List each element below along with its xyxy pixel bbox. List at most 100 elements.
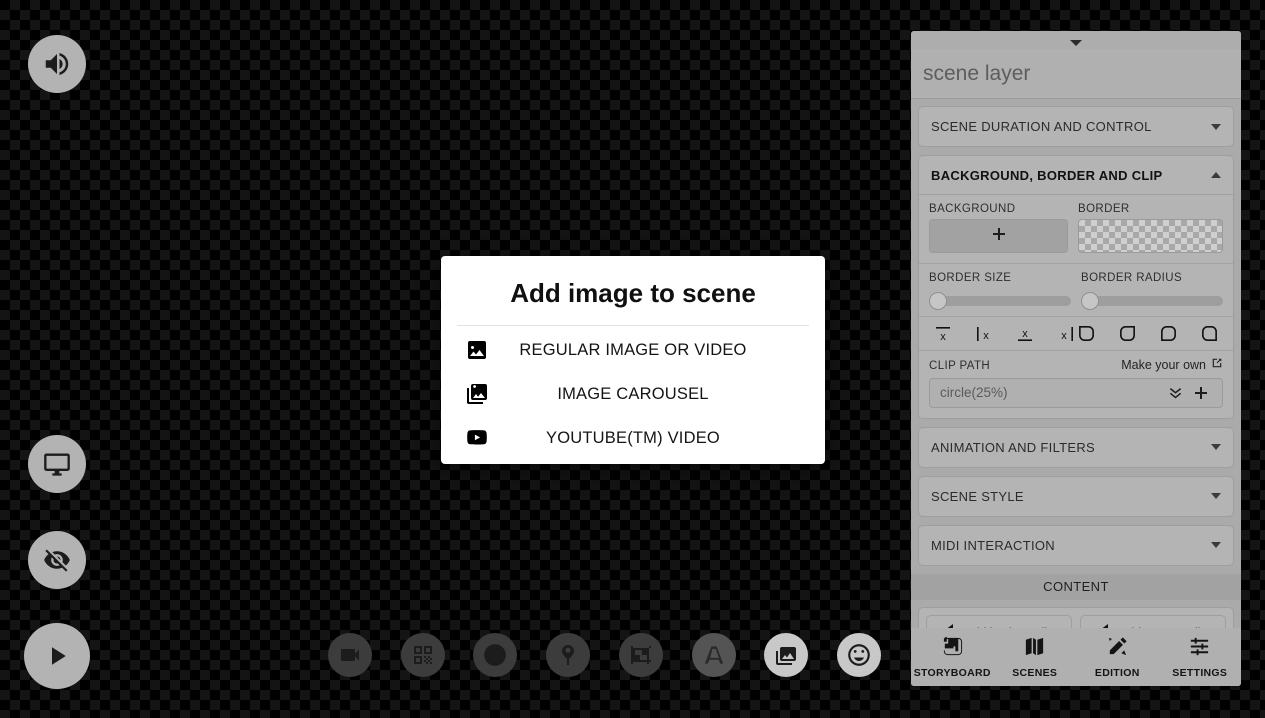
section-background-border-clip: BACKGROUND, BORDER AND CLIP BACKGROUND B…: [918, 155, 1234, 419]
border-radius-slider-wrap: [1081, 288, 1223, 310]
section-label: SCENE STYLE: [931, 488, 1024, 504]
text-icon: [701, 642, 727, 668]
chevron-down-icon: [1211, 123, 1221, 130]
expand-presets-icon[interactable]: [1163, 385, 1188, 400]
section-scene-style-header[interactable]: SCENE STYLE: [919, 477, 1233, 516]
pencil-ruler-icon: [1106, 635, 1129, 663]
toolbar-shapes-button[interactable]: [619, 633, 663, 677]
section-label: MIDI INTERACTION: [931, 537, 1055, 553]
chevron-down-icon: [1211, 542, 1221, 548]
border-size-radius-row: BORDER SIZE BORDER RADIUS: [919, 264, 1233, 317]
map-icon: [1023, 635, 1046, 663]
more-options-icon[interactable]: [1219, 70, 1227, 78]
option-youtube-video[interactable]: YOUTUBE(TM) VIDEO: [441, 418, 825, 458]
corner-radius-bottom-left-icon[interactable]: [1158, 324, 1178, 344]
clock-icon: [482, 642, 508, 668]
nav-label: EDITION: [1094, 667, 1140, 679]
chevron-down-icon: [1069, 34, 1083, 52]
panel-bottom-nav: STORYBOARD SCENES EDITION SETTINGS: [911, 628, 1241, 686]
video-camera-icon: [338, 643, 362, 667]
chevron-up-icon: [1211, 172, 1221, 178]
clip-path-label: CLIP PATH: [929, 359, 991, 372]
scene-layer-panel: scene layer SCENE DURATION AND CONTROL B…: [911, 31, 1241, 686]
border-color-swatch[interactable]: [1078, 219, 1223, 253]
play-icon: [42, 641, 72, 671]
section-scene-duration-header[interactable]: SCENE DURATION AND CONTROL: [919, 107, 1233, 146]
section-background-border-clip-header[interactable]: BACKGROUND, BORDER AND CLIP: [919, 156, 1233, 195]
visibility-toggle-button[interactable]: [28, 531, 86, 589]
dialog-divider: [457, 325, 809, 326]
toolbar-marker-button[interactable]: [546, 633, 590, 677]
audio-toggle-button[interactable]: [28, 35, 86, 93]
corner-radius-icon-group: [1076, 324, 1219, 344]
clip-path-input[interactable]: circle(25%): [940, 385, 1163, 400]
clip-path-input-wrapper[interactable]: circle(25%): [929, 377, 1223, 408]
panel-title: scene layer: [923, 61, 1031, 85]
scroll-icon: [941, 635, 964, 663]
svg-text:x: x: [1022, 328, 1028, 340]
add-clip-path-icon[interactable]: [1188, 385, 1214, 401]
nav-item-settings[interactable]: SETTINGS: [1159, 635, 1242, 679]
option-label: REGULAR IMAGE OR VIDEO: [519, 340, 747, 359]
youtube-icon: [441, 426, 497, 450]
corner-radius-bottom-right-icon[interactable]: [1199, 324, 1219, 344]
border-size-field: BORDER SIZE: [929, 272, 1071, 310]
toolbar-image-button[interactable]: [764, 633, 808, 677]
option-label: YOUTUBE(TM) VIDEO: [546, 428, 720, 447]
option-regular-image-or-video[interactable]: REGULAR IMAGE OR VIDEO: [441, 330, 825, 370]
play-button[interactable]: [24, 623, 90, 689]
background-field: BACKGROUND: [929, 203, 1068, 253]
border-radius-slider[interactable]: [1081, 292, 1223, 310]
external-link-icon: [1211, 357, 1223, 372]
border-label: BORDER: [1078, 203, 1130, 215]
section-animation-filters-header[interactable]: ANIMATION AND FILTERS: [919, 428, 1233, 467]
border-field: BORDER: [1078, 203, 1223, 253]
emoji-icon: [846, 642, 872, 668]
image-carousel-icon: [441, 382, 497, 406]
flip-vertical-top-icon[interactable]: x: [933, 324, 953, 344]
pin-icon: [556, 643, 580, 667]
panel-collapse-handle[interactable]: [911, 31, 1241, 49]
section-midi-interaction-header[interactable]: MIDI INTERACTION: [919, 526, 1233, 565]
border-radius-field: BORDER RADIUS: [1081, 272, 1223, 310]
section-midi-interaction: MIDI INTERACTION: [918, 524, 1234, 566]
border-size-slider[interactable]: [929, 292, 1071, 310]
corner-radius-top-left-icon[interactable]: [1076, 324, 1096, 344]
nav-item-storyboard[interactable]: STORYBOARD: [911, 635, 994, 679]
flip-icon-group: x x x x: [933, 324, 1076, 344]
nav-item-edition[interactable]: EDITION: [1076, 635, 1159, 679]
svg-text:x: x: [983, 330, 989, 342]
toolbar-qr-button[interactable]: [401, 633, 445, 677]
border-size-slider-wrap: [929, 288, 1071, 310]
screen-toggle-button[interactable]: [28, 435, 86, 493]
section-background-body: BACKGROUND BORDER BORDER SIZE BORDER RAD…: [919, 195, 1233, 418]
flip-horizontal-right-icon[interactable]: x: [1056, 324, 1076, 344]
svg-text:x: x: [940, 331, 946, 343]
toolbar-text-button[interactable]: [692, 633, 736, 677]
flip-and-corner-icon-row: x x x x: [919, 317, 1233, 351]
make-your-own-link[interactable]: Make your own: [1121, 357, 1223, 372]
toolbar-emoji-button[interactable]: [837, 633, 881, 677]
dialog-title: Add image to scene: [510, 278, 756, 308]
section-label: SCENE DURATION AND CONTROL: [931, 119, 1152, 134]
sliders-icon: [1188, 635, 1211, 663]
section-scene-duration: SCENE DURATION AND CONTROL: [918, 106, 1234, 147]
flip-horizontal-left-icon[interactable]: x: [974, 324, 994, 344]
flip-vertical-bottom-icon[interactable]: x: [1015, 324, 1035, 344]
background-border-row: BACKGROUND BORDER: [919, 195, 1233, 264]
border-radius-label: BORDER RADIUS: [1081, 272, 1183, 284]
nav-item-scenes[interactable]: SCENES: [994, 635, 1077, 679]
image-icon: [441, 338, 497, 362]
corner-radius-top-right-icon[interactable]: [1117, 324, 1137, 344]
toolbar-clock-button[interactable]: [473, 633, 517, 677]
slider-knob[interactable]: [1081, 292, 1099, 310]
clip-path-header: CLIP PATH Make your own: [929, 357, 1223, 378]
section-label: ANIMATION AND FILTERS: [931, 439, 1096, 455]
option-image-carousel[interactable]: IMAGE CAROUSEL: [441, 374, 825, 414]
background-add-button[interactable]: [929, 219, 1068, 253]
slider-knob[interactable]: [929, 292, 947, 310]
option-label: IMAGE CAROUSEL: [557, 384, 709, 403]
toolbar-video-button[interactable]: [328, 633, 372, 677]
chevron-down-icon: [1211, 444, 1221, 450]
panel-body: SCENE DURATION AND CONTROL BACKGROUND, B…: [911, 99, 1241, 659]
